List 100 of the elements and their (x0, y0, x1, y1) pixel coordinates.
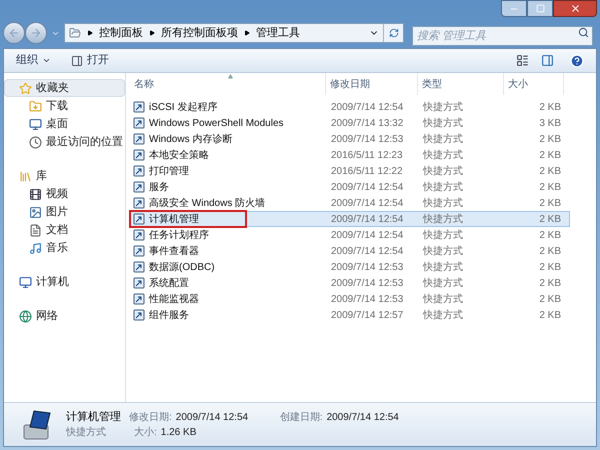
search-icon (578, 27, 589, 38)
preview-pane-icon[interactable] (541, 54, 554, 67)
sidebar-item[interactable]: 视频 (4, 185, 125, 203)
created-label: 创建日期: (280, 410, 323, 424)
file-row[interactable]: 组件服务 2009/7/14 12:57 快捷方式 2 KB (130, 307, 570, 323)
breadcrumb-arrow-icon (149, 30, 155, 36)
file-name-cell: 系统配置 (131, 276, 327, 290)
shortcut-icon (133, 117, 145, 129)
type-cell-text: 快捷方式 (422, 260, 464, 274)
item-type: 快捷方式 (66, 426, 107, 440)
help-icon[interactable] (570, 54, 584, 68)
sidebar-item[interactable]: 最近访问的位置 (4, 133, 125, 151)
type-cell-text: 快捷方式 (422, 100, 464, 114)
forward-button[interactable] (25, 22, 47, 44)
shortcut-icon (133, 277, 145, 289)
open-icon (71, 54, 83, 66)
maximize-icon (536, 4, 544, 13)
back-arrow-icon (8, 27, 20, 39)
open-button[interactable]: 打开 (71, 52, 109, 69)
date-cell-text: 2016/5/11 12:23 (330, 148, 404, 162)
file-row[interactable]: Windows PowerShell Modules 2009/7/14 13:32 快捷方式 3 KB (130, 115, 570, 131)
document-icon (29, 224, 42, 236)
type-cell-text: 快捷方式 (422, 292, 464, 306)
minimize-button[interactable] (501, 0, 527, 17)
shortcut-icon (133, 229, 145, 241)
file-row[interactable]: 数据源(ODBC) 2009/7/14 12:53 快捷方式 2 KB (130, 259, 570, 275)
file-row[interactable]: 系统配置 2009/7/14 12:53 快捷方式 2 KB (130, 275, 570, 291)
file-row[interactable]: 打印管理 2016/5/11 12:22 快捷方式 2 KB (130, 163, 570, 179)
view-icon[interactable] (516, 54, 529, 67)
date-cell-text: 2009/7/14 12:54 (330, 228, 404, 242)
sidebar-item[interactable]: 网络 (4, 307, 125, 325)
date-cell-text: 2009/7/14 12:54 (330, 100, 404, 114)
sidebar-item[interactable]: 桌面 (4, 115, 125, 133)
size-cell-text: 2 KB (538, 148, 562, 162)
picture-icon (29, 206, 42, 218)
breadcrumb-arrow-icon (87, 30, 93, 36)
size-cell-text: 2 KB (538, 180, 562, 194)
file-row[interactable]: 本地安全策略 2016/5/11 12:23 快捷方式 2 KB (130, 147, 570, 163)
breadcrumb-item[interactable]: 控制面板 (99, 24, 143, 42)
maximize-button[interactable] (527, 0, 553, 17)
file-row[interactable]: 高级安全 Windows 防火墙 2009/7/14 12:54 快捷方式 2 KB (130, 195, 570, 211)
forward-arrow-icon (30, 27, 42, 39)
file-row[interactable]: 任务计划程序 2009/7/14 12:54 快捷方式 2 KB (130, 227, 570, 243)
file-name-cell: 事件查看器 (131, 244, 327, 258)
file-row[interactable]: 服务 2009/7/14 12:54 快捷方式 2 KB (130, 179, 570, 195)
shortcut-icon (133, 149, 145, 161)
file-name-cell: 性能监视器 (131, 292, 327, 306)
column-header[interactable]: 大小 (504, 73, 564, 95)
close-icon (570, 3, 580, 14)
modified-value: 2009/7/14 12:54 (176, 410, 250, 424)
sidebar-item[interactable]: 库 (4, 167, 125, 185)
date-cell-text: 2009/7/14 12:54 (330, 180, 404, 194)
file-row[interactable]: Windows 内存诊断 2009/7/14 12:53 快捷方式 2 KB (130, 131, 570, 147)
sidebar-item[interactable]: 计算机 (4, 273, 125, 291)
back-button[interactable] (3, 22, 25, 44)
file-row[interactable]: 计算机管理 2009/7/14 12:54 快捷方式 2 KB (130, 211, 570, 227)
shortcut-icon (133, 213, 145, 225)
size-label: 大小: (134, 426, 157, 440)
refresh-icon (388, 28, 398, 38)
size-cell-text: 2 KB (538, 212, 562, 226)
breadcrumb-item[interactable]: 管理工具 (256, 24, 300, 42)
size-cell-text: 2 KB (538, 100, 562, 114)
file-row[interactable]: 事件查看器 2009/7/14 12:54 快捷方式 2 KB (130, 243, 570, 259)
column-header[interactable]: 类型 (418, 73, 504, 95)
sidebar-item[interactable]: 音乐 (4, 239, 125, 257)
breadcrumb-item[interactable]: 所有控制面板项 (161, 24, 238, 42)
size-cell-text: 2 KB (538, 292, 562, 306)
file-name-cell: iSCSI 发起程序 (131, 100, 327, 114)
file-name-cell: 任务计划程序 (131, 228, 327, 242)
sidebar-item[interactable]: 文档 (4, 221, 125, 239)
date-cell-text: 2016/5/11 12:22 (330, 164, 404, 178)
shortcut-icon (133, 261, 145, 273)
size-cell-text: 2 KB (538, 228, 562, 242)
modified-label: 修改日期: (129, 410, 172, 424)
size-cell-text: 2 KB (538, 308, 562, 322)
file-name-cell: 计算机管理 (131, 212, 245, 226)
date-cell-text: 2009/7/14 12:53 (330, 292, 404, 306)
folder-icon (69, 27, 81, 39)
sidebar-item[interactable]: 图片 (4, 203, 125, 221)
search-field[interactable]: 搜索 管理工具 (412, 26, 593, 46)
column-header[interactable]: 修改日期 (326, 73, 418, 95)
close-button[interactable] (553, 0, 597, 17)
library-icon (19, 170, 32, 182)
address-bar[interactable]: 控制面板 所有控制面板项 管理工具 (64, 23, 404, 43)
column-header[interactable]: 名称 (130, 73, 326, 95)
breadcrumb-arrow-icon (244, 30, 250, 36)
shortcut-icon (133, 245, 145, 257)
file-row[interactable]: 性能监视器 2009/7/14 12:53 快捷方式 2 KB (130, 291, 570, 307)
folder-icon (29, 100, 42, 112)
shortcut-icon (133, 197, 145, 209)
type-cell-text: 快捷方式 (422, 148, 464, 162)
organize-button[interactable]: 组织 (16, 52, 51, 69)
shortcut-icon (133, 101, 145, 113)
type-cell-text: 快捷方式 (422, 276, 464, 290)
sidebar-item[interactable]: 收藏夹 (4, 79, 125, 97)
file-row[interactable]: iSCSI 发起程序 2009/7/14 12:54 快捷方式 2 KB (130, 99, 570, 115)
sidebar-item[interactable]: 下载 (4, 97, 125, 115)
shortcut-icon (133, 133, 145, 145)
date-cell-text: 2009/7/14 12:53 (330, 276, 404, 290)
created-value: 2009/7/14 12:54 (326, 410, 399, 424)
